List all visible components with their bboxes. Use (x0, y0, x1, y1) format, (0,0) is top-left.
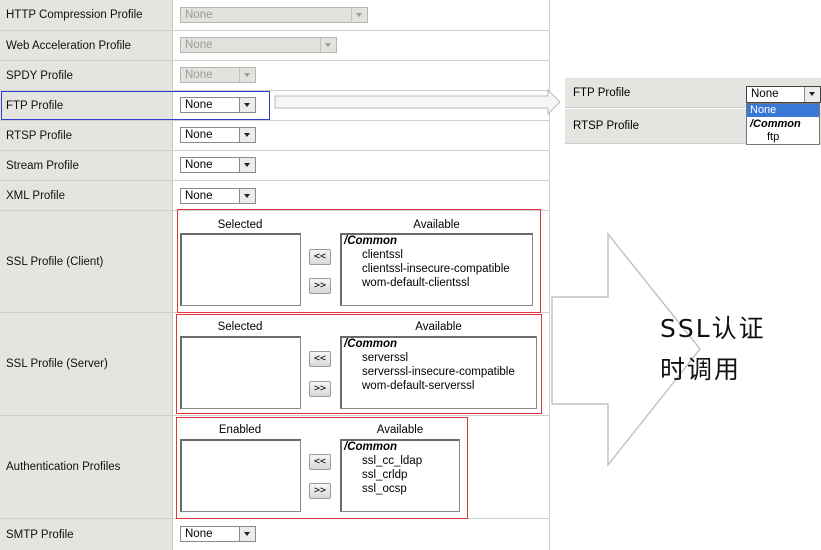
zoom-ftp-label: FTP Profile (573, 86, 631, 99)
zoom-ftp-select[interactable]: None (746, 86, 821, 103)
annotation-line-2: 时调用 (660, 355, 742, 384)
dropdown-option-none[interactable]: None (747, 104, 819, 117)
chevron-down-icon[interactable] (804, 87, 820, 102)
arrow-right-icon (274, 88, 561, 116)
zoom-rtsp-label: RTSP Profile (573, 120, 640, 132)
dropdown-option-ftp[interactable]: ftp (747, 131, 819, 144)
ftp-dropdown-list[interactable]: None /Common ftp (746, 103, 820, 145)
dropdown-group-common: /Common (750, 118, 801, 130)
annotation-line-1: SSL认证 (660, 314, 766, 343)
zoom-ftp-value: None (751, 88, 779, 100)
